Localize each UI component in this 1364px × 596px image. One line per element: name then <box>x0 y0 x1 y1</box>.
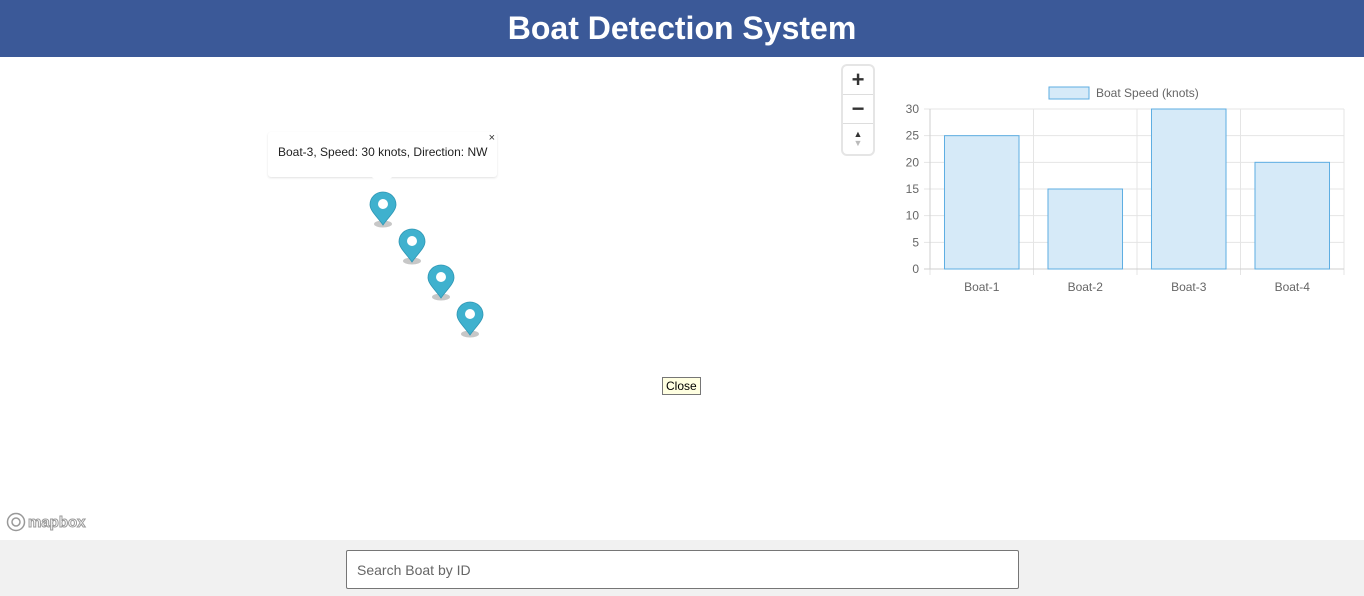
mapbox-logo-icon <box>6 512 26 532</box>
speed-chart-svg: 0 5 10 15 20 25 30 Boat-1 Boat-2 Boat-3 Boat-4 Boat… <box>906 86 1345 294</box>
close-tooltip: Close <box>662 377 701 395</box>
y-tick-label: 15 <box>906 182 920 196</box>
x-tick-label: Boat-4 <box>1275 280 1311 294</box>
y-tick-label: 20 <box>906 155 920 169</box>
legend-label: Boat Speed (knots) <box>1096 86 1199 100</box>
zoom-out-button[interactable]: − <box>843 95 873 124</box>
bar-boat-4 <box>1254 161 1331 270</box>
app-header: Boat Detection System <box>0 0 1364 57</box>
map-marker-boat-1[interactable] <box>369 191 397 229</box>
x-tick-label: Boat-2 <box>1068 280 1104 294</box>
map-marker-boat-2[interactable] <box>398 228 426 266</box>
zoom-in-button[interactable]: + <box>843 66 873 95</box>
y-tick-label: 0 <box>912 262 919 276</box>
bar-boat-3 <box>1150 108 1227 270</box>
popup-text: Boat-3, Speed: 30 knots, Direction: NW <box>278 145 488 159</box>
y-tick-label: 30 <box>906 102 920 116</box>
y-tick-label: 25 <box>906 129 920 143</box>
x-tick-label: Boat-3 <box>1171 280 1207 294</box>
compass-button[interactable]: ▲ ▼ <box>843 124 873 153</box>
search-input[interactable] <box>346 550 1019 589</box>
y-tick-label: 5 <box>912 235 919 249</box>
map-marker-boat-4[interactable] <box>456 301 484 339</box>
legend-swatch <box>1048 86 1090 100</box>
bar-boat-2 <box>1047 188 1124 270</box>
bar-boat-1 <box>943 135 1020 270</box>
x-tick-label: Boat-1 <box>964 280 1000 294</box>
mapbox-logo-text: mapbox <box>28 513 87 531</box>
boat-popup: Boat-3, Speed: 30 knots, Direction: NW × <box>268 132 497 187</box>
map-navigation-control: + − ▲ ▼ <box>843 66 873 154</box>
compass-south-icon: ▼ <box>853 137 863 148</box>
mapbox-logo[interactable]: mapbox <box>6 512 86 532</box>
page-title: Boat Detection System <box>507 10 857 46</box>
speed-chart: 0 5 10 15 20 25 30 Boat-1 Boat-2 Boat-3 Boat-4 Boat… <box>895 75 1355 305</box>
y-tick-label: 10 <box>906 209 920 223</box>
popup-tip <box>372 177 392 187</box>
popup-close-button[interactable]: × <box>489 132 495 144</box>
map-marker-boat-3[interactable] <box>427 264 455 302</box>
